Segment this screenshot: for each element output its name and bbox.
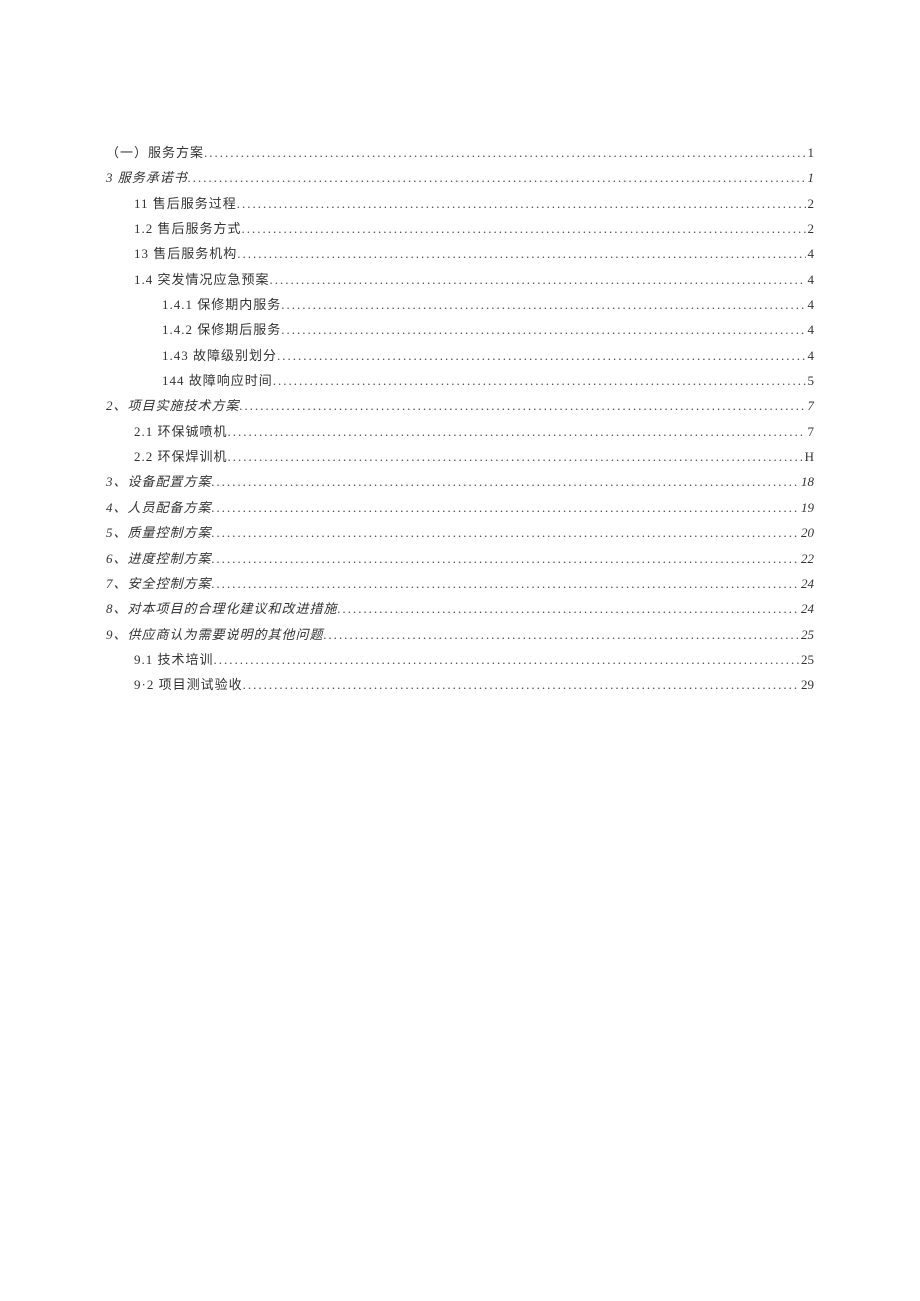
toc-entry: 9.1 技术培训 25 [106,647,814,672]
toc-leader-dots [228,419,806,444]
toc-label: （一）服务方案 [106,140,204,165]
toc-label: 4、人员配备方案 [106,495,212,520]
toc-entry: 2.1 环保铖喷机 7 [106,419,814,444]
toc-page-number: 4 [806,292,815,317]
toc-leader-dots [277,343,805,368]
toc-leader-dots [270,267,806,292]
toc-label: 13 售后服务机构 [134,241,237,266]
toc-leader-dots [240,393,806,418]
toc-page-number: 18 [799,469,814,494]
toc-entry: 1.2 售后服务方式 2 [106,216,814,241]
toc-label: 1.43 故障级别划分 [162,343,277,368]
toc-entry: 9、供应商认为需要说明的其他问题 25 [106,622,814,647]
toc-page-number: 20 [799,520,814,545]
toc-leader-dots [212,571,799,596]
toc-entry: 8、对本项目的合理化建议和改进措施 24 [106,596,814,621]
toc-page-number: 22 [799,546,814,571]
toc-page-number: H [803,444,814,469]
toc-label: 3、设备配置方案 [106,469,212,494]
toc-label: 9、供应商认为需要说明的其他问题 [106,622,324,647]
toc-label: 144 故障响应时间 [162,368,273,393]
toc-page-number: 24 [799,571,814,596]
toc-entry: 1.4 突发情况应急预案 4 [106,267,814,292]
toc-page-number: 2 [806,216,815,241]
toc-entry: 1.4.2 保修期后服务 4 [106,317,814,342]
toc-label: 5、质量控制方案 [106,520,212,545]
toc-leader-dots [237,191,806,216]
toc-leader-dots [324,622,799,647]
toc-label: 2.2 环保焊训机 [134,444,228,469]
toc-leader-dots [281,292,805,317]
toc-page-number: 19 [799,495,814,520]
toc-entry: 13 售后服务机构 4 [106,241,814,266]
toc-page-number: 1 [806,140,815,165]
toc-label: 1.2 售后服务方式 [134,216,242,241]
toc-page-number: 7 [806,393,815,418]
toc-page-number: 29 [799,672,814,697]
toc-page-number: 4 [806,267,815,292]
toc-page-number: 4 [806,317,815,342]
toc-leader-dots [212,520,799,545]
toc-entry: 11 售后服务过程 2 [106,191,814,216]
toc-label: 8、对本项目的合理化建议和改进措施 [106,596,338,621]
toc-leader-dots [212,495,799,520]
table-of-contents: （一）服务方案13 服务承诺书 111 售后服务过程 21.2 售后服务方式21… [106,140,814,698]
toc-label: 3 服务承诺书 [106,165,188,190]
toc-page-number: 25 [799,622,814,647]
toc-leader-dots [243,672,799,697]
toc-label: 9.1 技术培训 [134,647,214,672]
toc-entry: 9·2 项目测试验收 29 [106,672,814,697]
toc-leader-dots [212,546,799,571]
toc-entry: 5、质量控制方案 20 [106,520,814,545]
toc-label: 2.1 环保铖喷机 [134,419,228,444]
toc-page-number: 25 [799,647,814,672]
toc-page-number: 4 [806,241,815,266]
toc-leader-dots [237,241,805,266]
toc-entry: 144 故障响应时间 5 [106,368,814,393]
toc-entry: 2.2 环保焊训机 H [106,444,814,469]
toc-entry: 6、进度控制方案 22 [106,546,814,571]
toc-entry: 3 服务承诺书 1 [106,165,814,190]
toc-label: 6、进度控制方案 [106,546,212,571]
toc-page-number: 7 [806,419,815,444]
toc-entry: 1.43 故障级别划分 4 [106,343,814,368]
toc-label: 1.4 突发情况应急预案 [134,267,270,292]
toc-entry: 1.4.1 保修期内服务 4 [106,292,814,317]
toc-label: 7、安全控制方案 [106,571,212,596]
toc-label: 11 售后服务过程 [134,191,237,216]
toc-page-number: 1 [806,165,815,190]
toc-label: 9·2 项目测试验收 [134,672,243,697]
toc-page-number: 4 [806,343,815,368]
toc-label: 1.4.1 保修期内服务 [162,292,281,317]
toc-leader-dots [273,368,806,393]
toc-leader-dots [212,469,799,494]
toc-leader-dots [188,165,806,190]
toc-leader-dots [228,444,803,469]
toc-leader-dots [242,216,806,241]
toc-entry: 2、项目实施技术方案 7 [106,393,814,418]
toc-entry: 4、人员配备方案 19 [106,495,814,520]
toc-page-number: 2 [806,191,815,216]
toc-leader-dots [338,596,799,621]
toc-label: 1.4.2 保修期后服务 [162,317,281,342]
toc-leader-dots [204,140,805,165]
toc-label: 2、项目实施技术方案 [106,393,240,418]
toc-entry: 7、安全控制方案 24 [106,571,814,596]
toc-page-number: 5 [806,368,815,393]
toc-entry: （一）服务方案 1 [106,140,814,165]
toc-page-number: 24 [799,596,814,621]
toc-entry: 3、设备配置方案 18 [106,469,814,494]
toc-leader-dots [281,317,805,342]
toc-leader-dots [214,647,799,672]
